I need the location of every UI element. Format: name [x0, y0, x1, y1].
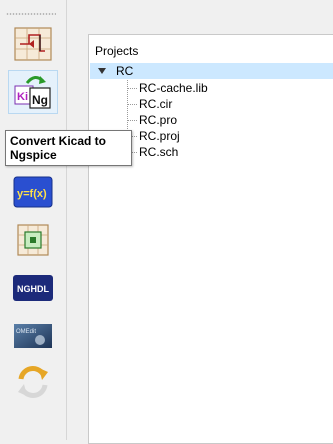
project-root-row[interactable]: RC	[90, 63, 333, 79]
project-root-label: RC	[116, 64, 134, 78]
tree-branch	[127, 120, 137, 121]
tree-item-label: RC.pro	[139, 113, 178, 127]
tree-item-label: RC-cache.lib	[139, 81, 208, 95]
kicad-to-ngspice-icon: Ki Ng	[14, 76, 51, 109]
kicad-label: Ki	[17, 91, 28, 103]
kicad-to-ngspice-button[interactable]: Ki Ng	[8, 70, 58, 114]
refresh-icon	[18, 366, 48, 398]
function-yfx-icon: y=f(x)	[13, 176, 53, 208]
tool-bar: Ki Ng y=f(x) NGHDL OMEdit	[0, 0, 67, 440]
model-editor-button[interactable]: y=f(x)	[8, 170, 58, 214]
modelica-converter-icon: OMEdit	[14, 324, 52, 348]
tooltip: Convert Kicad to Ngspice	[5, 130, 132, 166]
tree-item[interactable]: RC.sch	[127, 144, 307, 160]
tree-item-label: RC.cir	[139, 97, 173, 111]
tree-item-label: RC.sch	[139, 145, 179, 159]
projects-header: Projects	[95, 44, 139, 58]
nghdl-label: NGHDL	[17, 284, 49, 294]
projects-panel: Projects RC RC-cache.lib RC.cir RC.pro R…	[88, 34, 333, 444]
tree-branch	[127, 104, 137, 105]
modelica-converter-button[interactable]: OMEdit	[8, 314, 58, 358]
tree-item[interactable]: RC.pro	[127, 112, 307, 128]
nghdl-icon: NGHDL	[13, 275, 53, 301]
expand-arrow-icon[interactable]	[98, 68, 106, 74]
schematic-editor-icon	[14, 27, 52, 61]
tree-item[interactable]: RC-cache.lib	[127, 80, 307, 96]
subcircuit-button[interactable]	[8, 218, 58, 262]
schematic-editor-button[interactable]	[8, 22, 58, 66]
nghdl-button[interactable]: NGHDL	[8, 266, 58, 310]
subcircuit-icon	[17, 224, 49, 256]
tree-item[interactable]: RC.cir	[127, 96, 307, 112]
omedit-label: OMEdit	[16, 329, 36, 335]
ngspice-label: Ng	[32, 93, 48, 107]
tree-item[interactable]: RC.proj	[127, 128, 307, 144]
refresh-button[interactable]	[8, 360, 58, 404]
tree-item-label: RC.proj	[139, 129, 180, 143]
yfx-label: y=f(x)	[17, 188, 47, 200]
toolbar-grip[interactable]	[6, 13, 56, 15]
tree-branch	[127, 88, 137, 89]
